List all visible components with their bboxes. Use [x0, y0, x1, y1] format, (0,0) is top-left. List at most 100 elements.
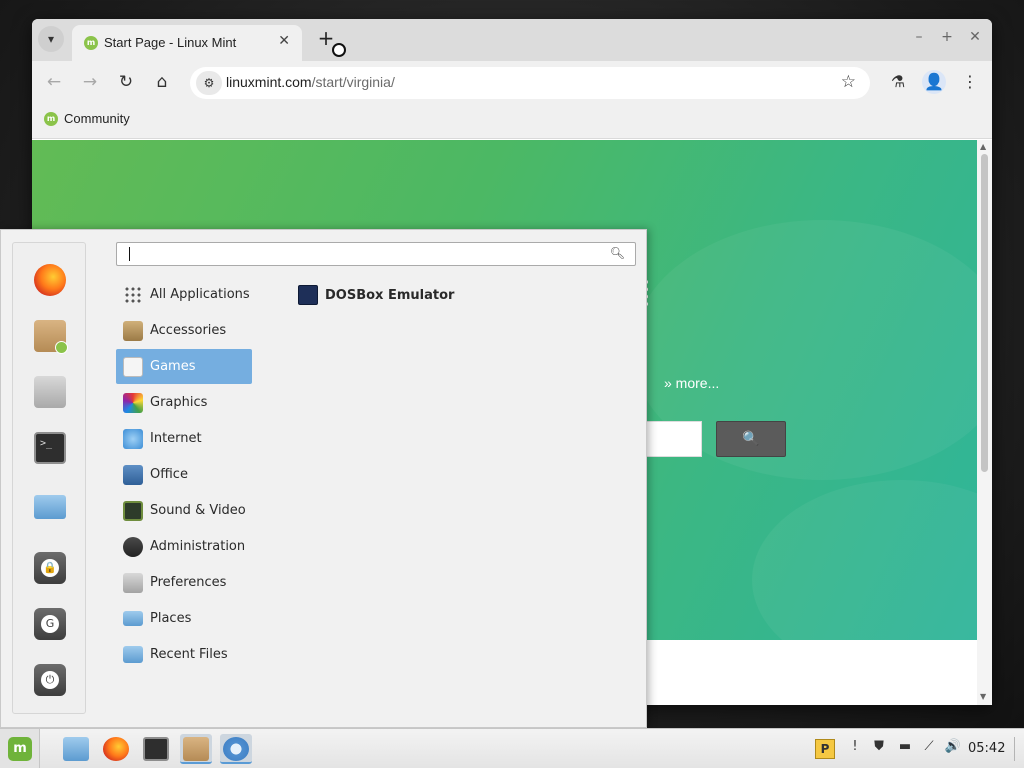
shutdown-icon[interactable]: ⏻: [34, 664, 66, 696]
favorites-bar: 🔒 G ⏻: [12, 242, 86, 714]
search-icon: 🔍︎: [609, 246, 625, 260]
category-label: Sound & Video: [150, 503, 246, 518]
address-bar[interactable]: ⚙ linuxmint.com/start/virginia/ ☆: [190, 67, 870, 99]
graphics-icon: [123, 392, 143, 413]
browser-menu-icon[interactable]: ⋮: [958, 70, 982, 94]
minimize-button[interactable]: –: [912, 29, 926, 45]
linux-mint-icon: m: [44, 111, 58, 126]
scroll-down-arrow-icon[interactable]: ▼: [980, 692, 986, 701]
preferences-icon: [123, 572, 143, 593]
app-dosbox-emulator[interactable]: DOSBox Emulator: [298, 283, 454, 307]
more-link[interactable]: » more...: [664, 375, 719, 391]
power-glyph: ⏻: [41, 671, 59, 689]
network-icon[interactable]: ⟋: [919, 739, 939, 754]
window-controls: – + ✕: [912, 29, 982, 45]
category-places[interactable]: Places: [116, 601, 252, 636]
lock-glyph: 🔒: [41, 559, 59, 577]
firefox-icon: [103, 737, 129, 761]
url-host: linuxmint.com: [226, 74, 312, 90]
close-tab-icon[interactable]: ✕: [278, 33, 290, 49]
reload-button[interactable]: ↻: [114, 70, 138, 94]
taskbar-software-manager[interactable]: [180, 734, 212, 764]
tab-start-page[interactable]: m Start Page - Linux Mint ✕: [72, 25, 302, 61]
category-graphics[interactable]: Graphics: [116, 385, 252, 420]
volume-icon[interactable]: 🔊: [943, 739, 963, 754]
url-path: /start/virginia/: [311, 74, 395, 90]
linux-mint-logo-icon: m: [8, 737, 32, 761]
forward-button[interactable]: →: [78, 70, 102, 94]
sound-video-icon: [123, 500, 143, 521]
category-sound-video[interactable]: Sound & Video: [116, 493, 252, 528]
back-button[interactable]: ←: [42, 70, 66, 94]
category-internet[interactable]: Internet: [116, 421, 252, 456]
start-menu: 🔒 G ⏻ 🔍︎ All Applications Accessories Ga…: [0, 229, 647, 728]
close-window-button[interactable]: ✕: [968, 29, 982, 45]
administration-icon: [123, 536, 143, 557]
files-icon[interactable]: [34, 495, 66, 519]
linux-mint-icon: m: [84, 36, 98, 50]
logout-glyph: G: [41, 615, 59, 633]
category-accessories[interactable]: Accessories: [116, 313, 252, 348]
games-icon: [123, 356, 143, 377]
tab-title: Start Page - Linux Mint: [104, 35, 237, 50]
office-icon: [123, 464, 143, 485]
folder-icon: [123, 611, 143, 626]
internet-icon: [123, 428, 143, 449]
bookmark-label: Community: [64, 111, 130, 126]
taskbar-panel: m P ! ⛊ ▬ ⟋ 🔊 05:42: [0, 728, 1024, 768]
bookmark-community[interactable]: m Community: [44, 111, 130, 126]
maximize-button[interactable]: +: [940, 29, 954, 45]
category-recent-files[interactable]: Recent Files: [116, 637, 252, 672]
firefox-icon[interactable]: [34, 264, 66, 296]
app-label: DOSBox Emulator: [325, 287, 455, 303]
logout-icon[interactable]: G: [34, 608, 66, 640]
keyboard-icon[interactable]: ▬: [895, 739, 915, 754]
tab-bar: ▾ m Start Page - Linux Mint ✕ + – + ✕: [32, 19, 992, 61]
dosbox-icon: [298, 285, 318, 305]
category-label: Accessories: [150, 323, 227, 338]
category-label: Preferences: [150, 575, 227, 590]
category-office[interactable]: Office: [116, 457, 252, 492]
page-search-input[interactable]: [644, 421, 702, 457]
page-scrollbar[interactable]: ▲ ▼: [977, 140, 992, 705]
bookmarks-bar: m Community: [32, 103, 992, 139]
category-label: Places: [150, 611, 192, 626]
category-label: Graphics: [150, 395, 208, 410]
taskbar-terminal[interactable]: [140, 734, 172, 764]
taskbar-chromium[interactable]: [220, 734, 252, 764]
accessories-icon: [123, 320, 143, 341]
labs-icon[interactable]: ⚗: [886, 70, 910, 94]
page-search-button[interactable]: 🔍: [716, 421, 786, 457]
menu-button[interactable]: m: [0, 729, 40, 768]
update-manager-icon[interactable]: !: [845, 739, 865, 754]
category-all-applications[interactable]: All Applications: [116, 277, 252, 312]
category-label: Office: [150, 467, 188, 482]
shield-icon[interactable]: ⛊: [869, 739, 889, 754]
site-info-icon[interactable]: ⚙: [196, 71, 222, 95]
scroll-up-arrow-icon[interactable]: ▲: [980, 142, 986, 151]
taskbar-files[interactable]: [60, 734, 92, 764]
profile-icon[interactable]: 👤: [922, 70, 946, 94]
bookmark-star-icon[interactable]: ☆: [841, 72, 856, 92]
taskbar-firefox[interactable]: [100, 734, 132, 764]
home-button[interactable]: ⌂: [150, 70, 174, 94]
clock[interactable]: 05:42: [968, 741, 1005, 756]
show-desktop-separator[interactable]: [1014, 737, 1015, 761]
terminal-icon[interactable]: [34, 432, 66, 464]
grid-icon: [123, 284, 143, 305]
system-settings-icon[interactable]: [34, 376, 66, 408]
software-manager-icon: [183, 737, 209, 761]
category-games[interactable]: Games: [116, 349, 252, 384]
software-manager-icon[interactable]: [34, 320, 68, 354]
tab-list-button[interactable]: ▾: [38, 26, 64, 52]
decorative-shape: [752, 480, 977, 640]
recent-files-icon: [123, 646, 143, 663]
lock-screen-icon[interactable]: 🔒: [34, 552, 66, 584]
category-label: Recent Files: [150, 647, 228, 662]
scroll-thumb[interactable]: [981, 154, 988, 472]
folder-icon: [63, 737, 89, 761]
menu-search-input[interactable]: 🔍︎: [116, 242, 636, 266]
p-indicator-icon[interactable]: P: [815, 739, 835, 759]
category-preferences[interactable]: Preferences: [116, 565, 252, 600]
category-administration[interactable]: Administration: [116, 529, 252, 564]
